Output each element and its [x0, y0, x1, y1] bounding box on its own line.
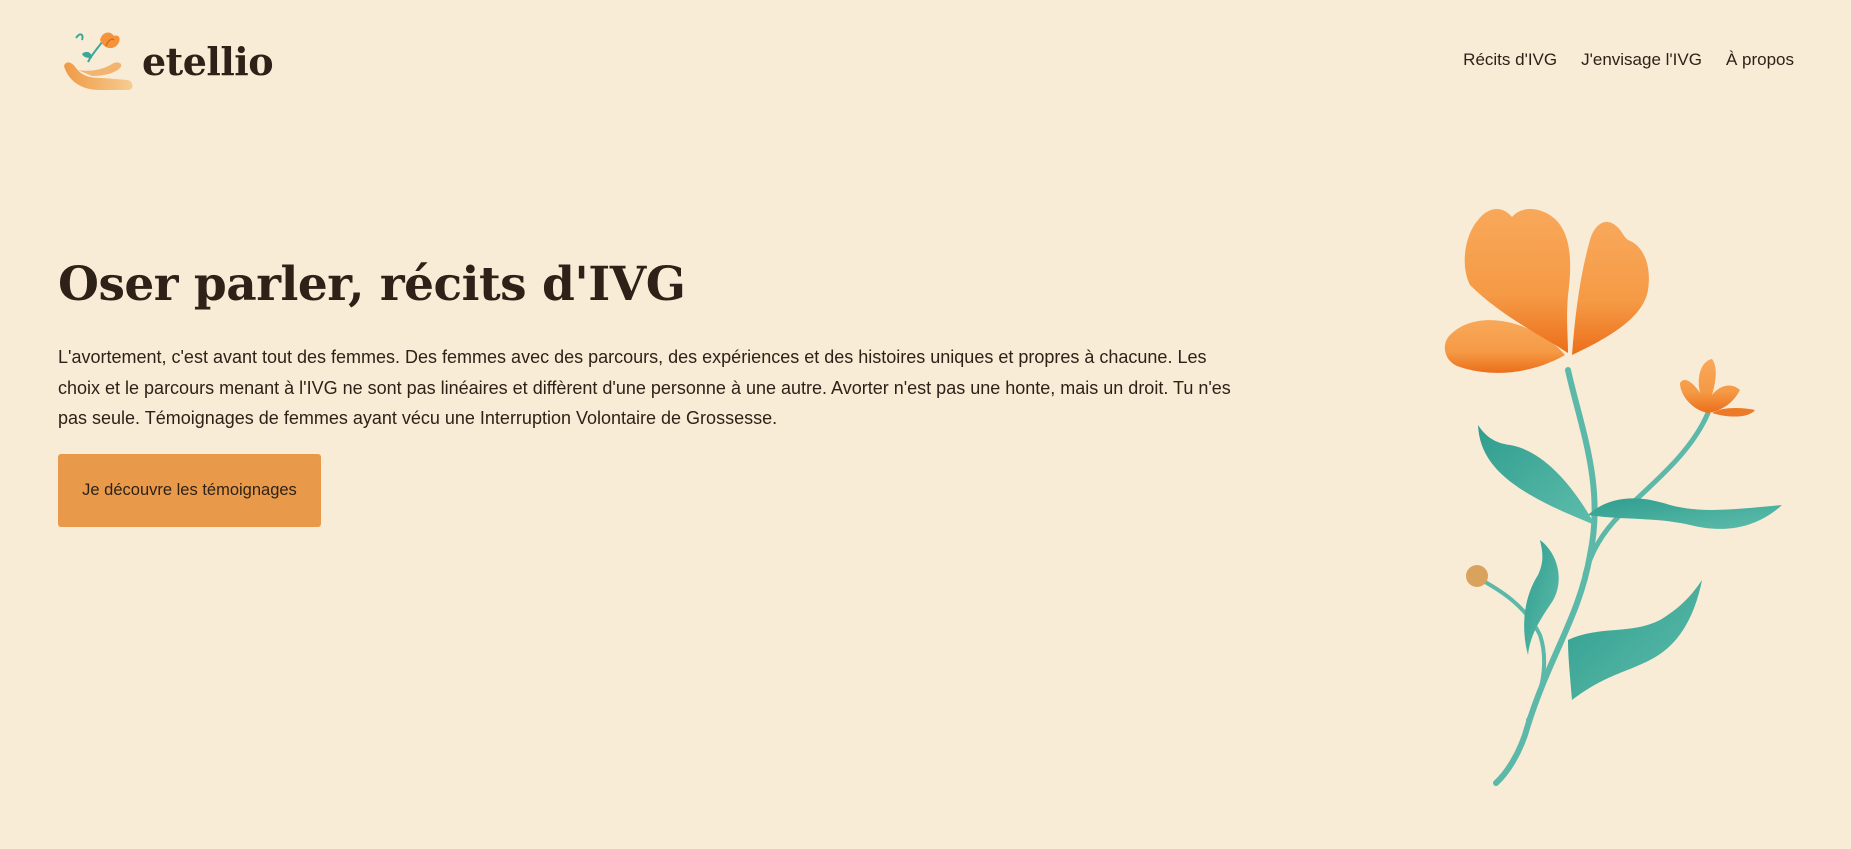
brand-name: etellio [142, 38, 274, 84]
nav-item-a-propos[interactable]: À propos [1726, 48, 1794, 72]
main-nav: Récits d'IVG J'envisage l'IVG À propos [1463, 48, 1794, 72]
nav-item-recits[interactable]: Récits d'IVG [1463, 48, 1557, 72]
page-title: Oser parler, récits d'IVG [58, 257, 686, 312]
site-header: etellio Récits d'IVG J'envisage l'IVG À … [0, 0, 1851, 120]
nav-item-envisage[interactable]: J'envisage l'IVG [1581, 48, 1702, 72]
orange-flower-illustration [1444, 208, 1782, 786]
brand-logo-link[interactable]: etellio [62, 28, 274, 92]
hand-holding-flower-icon [64, 32, 133, 90]
hero-description: L'avortement, c'est avant tout des femme… [58, 347, 1231, 428]
discover-testimonies-button[interactable]: Je découvre les témoignages [58, 454, 321, 527]
hero-section: Oser parler, récits d'IVG L'avortement, … [58, 250, 1238, 434]
